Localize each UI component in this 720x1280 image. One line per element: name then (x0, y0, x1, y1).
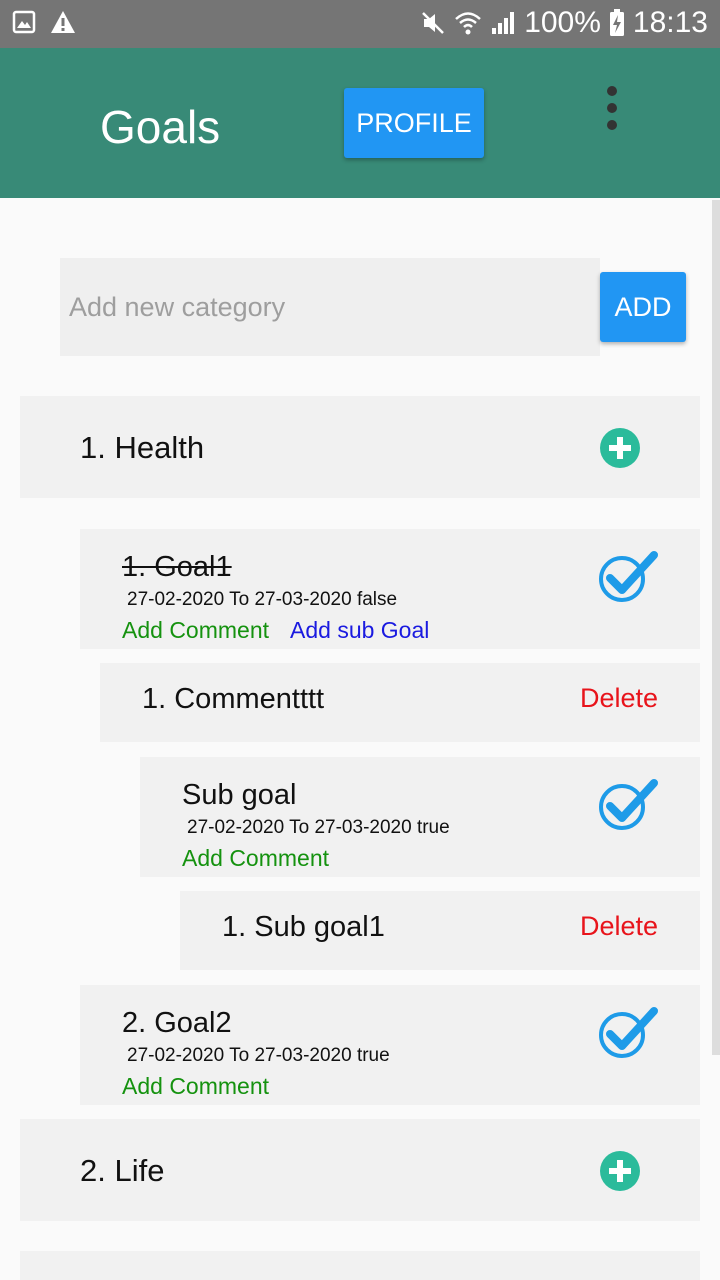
sub-goal-dates: 27-02-2020 To 27-03-2020 true (187, 817, 450, 838)
category-row[interactable] (20, 1251, 700, 1280)
sub-goal-card: Sub goal 27-02-2020 To 27-03-2020 true A… (140, 757, 700, 877)
overflow-menu-icon[interactable] (596, 86, 628, 130)
category-label: 2. Life (80, 1153, 165, 1188)
wifi-icon (455, 12, 482, 35)
battery-icon (609, 9, 624, 36)
add-comment-link[interactable]: Add Comment (182, 845, 329, 872)
goal-dates: 27-02-2020 To 27-03-2020 false (127, 589, 398, 610)
status-bar: 100% 18:13 (0, 0, 720, 48)
category-label: 1. Health (80, 430, 205, 465)
goal-card: 2. Goal2 27-02-2020 To 27-03-2020 true A… (80, 985, 700, 1105)
app-bar: Goals PROFILE (0, 48, 720, 198)
checkmark-circle-icon[interactable] (598, 547, 660, 603)
add-category-button[interactable]: ADD (600, 272, 686, 342)
category-input-placeholder: Add new category (69, 291, 286, 322)
checkmark-circle-icon[interactable] (598, 775, 660, 831)
delete-comment-link[interactable]: Delete (580, 683, 658, 714)
category-row[interactable]: 2. Life (20, 1119, 700, 1221)
warning-icon (51, 11, 75, 33)
category-row[interactable]: 1. Health (20, 396, 700, 498)
image-icon (12, 10, 36, 34)
battery-percent: 100% (524, 6, 601, 39)
comment-text: 1. Sub goal1 (222, 911, 385, 943)
goal-title: 2. Goal2 (122, 1007, 232, 1039)
category-input[interactable]: Add new category (60, 258, 600, 356)
page-title: Goals (100, 101, 221, 153)
goal-card: 1. Goal1 27-02-2020 To 27-03-2020 false … (80, 529, 700, 649)
comment-text: 1. Commentttt (142, 683, 325, 715)
signal-icon (492, 12, 515, 34)
add-sub-goal-link[interactable]: Add sub Goal (290, 617, 429, 644)
goal-title: 1. Goal1 (122, 551, 232, 583)
goal-dates: 27-02-2020 To 27-03-2020 true (127, 1045, 390, 1066)
scrollbar[interactable] (712, 200, 720, 1055)
profile-button[interactable]: PROFILE (344, 88, 484, 158)
clock: 18:13 (632, 6, 708, 39)
add-comment-link[interactable]: Add Comment (122, 1073, 269, 1100)
delete-comment-link[interactable]: Delete (580, 911, 658, 942)
add-goal-plus-icon[interactable] (600, 1151, 640, 1191)
comment-row: 1. Commentttt Delete (100, 663, 700, 742)
add-comment-link[interactable]: Add Comment (122, 617, 269, 644)
checkmark-circle-icon[interactable] (598, 1003, 660, 1059)
add-goal-plus-icon[interactable] (600, 428, 640, 468)
sub-goal-title: Sub goal (182, 779, 297, 811)
mute-icon (422, 12, 445, 34)
comment-row: 1. Sub goal1 Delete (180, 891, 700, 970)
